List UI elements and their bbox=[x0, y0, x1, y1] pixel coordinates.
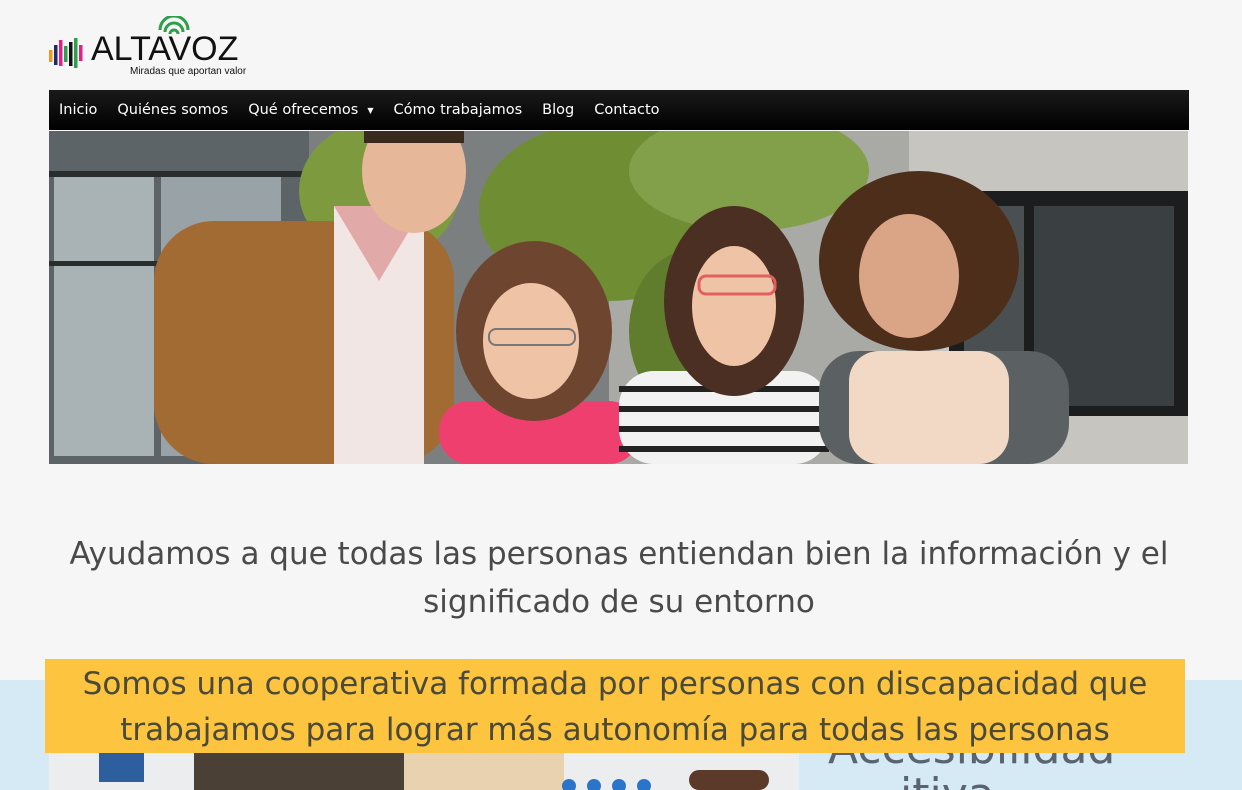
site-logo[interactable]: ALTAVOZ Miradas que aportan valor bbox=[49, 16, 254, 80]
section-photo-illustration bbox=[49, 752, 799, 790]
section-photo bbox=[49, 752, 799, 790]
nav-label: Quiénes somos bbox=[117, 102, 229, 118]
nav-item-inicio[interactable]: Inicio bbox=[59, 102, 97, 118]
logo-tagline: Miradas que aportan valor bbox=[130, 66, 247, 77]
section-title-line2: itiva bbox=[900, 768, 995, 790]
nav-label: Contacto bbox=[594, 102, 660, 118]
hero-group-photo bbox=[49, 131, 1188, 464]
nav-label: Blog bbox=[542, 102, 575, 118]
nav-label: Inicio bbox=[59, 102, 98, 118]
nav-label: Qué ofrecemos bbox=[248, 102, 359, 118]
nav-item-quienes-somos[interactable]: Quiénes somos bbox=[117, 102, 228, 118]
logo-name: ALTAVOZ bbox=[91, 30, 239, 68]
caret-down-icon: ▼ bbox=[367, 105, 374, 115]
main-navigation: Inicio Quiénes somos Qué ofrecemos ▼ Cómo… bbox=[49, 90, 1189, 130]
main-headline: Ayudamos a que todas las personas entien… bbox=[69, 536, 1169, 620]
nav-item-blog[interactable]: Blog bbox=[542, 102, 574, 118]
cooperative-banner: Somos una cooperativa formada por person… bbox=[45, 659, 1185, 753]
nav-item-que-ofrecemos[interactable]: Qué ofrecemos ▼ bbox=[248, 102, 373, 118]
nav-item-como-trabajamos[interactable]: Cómo trabajamos bbox=[393, 102, 522, 118]
nav-label: Cómo trabajamos bbox=[393, 102, 523, 118]
group-photo-illustration bbox=[49, 131, 1188, 464]
nav-item-contacto[interactable]: Contacto bbox=[594, 102, 659, 118]
